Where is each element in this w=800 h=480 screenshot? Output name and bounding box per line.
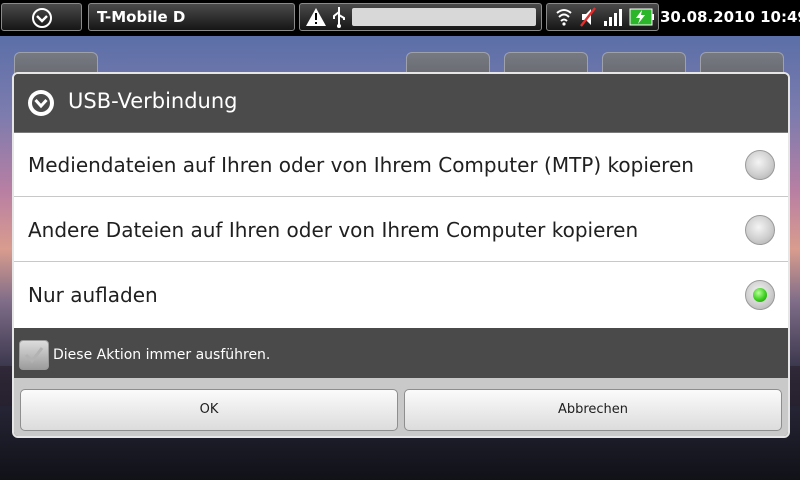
dialog-header: USB-Verbindung bbox=[14, 74, 788, 133]
usb-connection-dialog: USB-Verbindung Mediendateien auf Ihren o… bbox=[12, 72, 790, 438]
chevron-down-icon bbox=[28, 90, 54, 116]
status-menu-button[interactable] bbox=[1, 3, 82, 31]
button-bar: OK Abbrechen bbox=[14, 378, 788, 436]
radio-other-files[interactable] bbox=[745, 215, 775, 245]
warning-icon bbox=[306, 8, 326, 26]
cancel-button[interactable]: Abbrechen bbox=[404, 389, 782, 431]
option-label: Nur aufladen bbox=[28, 283, 158, 307]
always-do-row: Diese Aktion immer ausführen. bbox=[14, 328, 788, 378]
radio-charge-only[interactable] bbox=[745, 280, 775, 310]
status-bar: T-Mobile D 30.08.2010 10:49 bbox=[0, 0, 800, 36]
clock: 30.08.2010 10:49 bbox=[660, 8, 800, 26]
status-icons[interactable] bbox=[546, 3, 659, 31]
carrier-box[interactable]: T-Mobile D bbox=[88, 3, 295, 31]
battery-charging-icon bbox=[629, 8, 654, 26]
ok-button[interactable]: OK bbox=[20, 389, 398, 431]
option-label: Andere Dateien auf Ihren oder von Ihrem … bbox=[28, 218, 639, 242]
wifi-icon bbox=[556, 9, 572, 26]
radio-selected-dot bbox=[753, 288, 767, 302]
usb-icon bbox=[333, 7, 345, 28]
option-label: Mediendateien auf Ihren oder von Ihrem C… bbox=[28, 153, 694, 177]
checkmark-icon bbox=[24, 347, 44, 364]
option-mtp[interactable]: Mediendateien auf Ihren oder von Ihrem C… bbox=[14, 133, 788, 197]
radio-mtp[interactable] bbox=[745, 150, 775, 180]
always-label: Diese Aktion immer ausführen. bbox=[53, 347, 271, 363]
carrier-label: T-Mobile D bbox=[97, 8, 186, 26]
option-other-files[interactable]: Andere Dateien auf Ihren oder von Ihrem … bbox=[14, 198, 788, 262]
chevron-down-icon bbox=[32, 8, 52, 28]
dialog-title: USB-Verbindung bbox=[68, 89, 238, 113]
always-checkbox[interactable] bbox=[19, 340, 49, 370]
option-list: Mediendateien auf Ihren oder von Ihrem C… bbox=[14, 133, 788, 328]
notification-ticker bbox=[352, 8, 536, 26]
option-charge-only[interactable]: Nur aufladen bbox=[14, 263, 788, 327]
notification-area[interactable] bbox=[299, 3, 542, 31]
signal-icon bbox=[604, 9, 622, 26]
mute-icon bbox=[580, 7, 596, 27]
